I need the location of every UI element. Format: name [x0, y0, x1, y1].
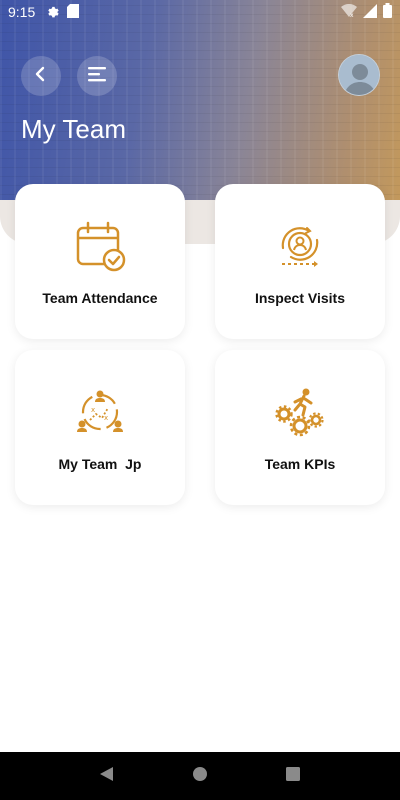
back-button[interactable]	[21, 56, 61, 96]
back-triangle-icon[interactable]	[98, 765, 116, 788]
tile-team-attendance[interactable]: Team Attendance	[15, 184, 185, 339]
recents-square-icon[interactable]	[284, 765, 302, 788]
menu-icon	[87, 66, 107, 87]
home-circle-icon[interactable]	[191, 765, 209, 788]
wifi-icon: x	[341, 3, 357, 21]
avatar-icon	[339, 55, 379, 95]
settings-icon	[45, 4, 59, 21]
gears-runner-icon	[274, 386, 326, 438]
menu-button[interactable]	[77, 56, 117, 96]
tile-label: Inspect Visits	[254, 290, 345, 306]
profile-avatar[interactable]	[338, 54, 380, 96]
chevron-left-icon	[34, 66, 48, 87]
tile-inspect-visits[interactable]: Inspect Visits	[215, 184, 385, 339]
sd-card-icon	[67, 3, 80, 21]
calendar-check-icon	[74, 220, 126, 272]
tile-label: My Team Jp	[58, 456, 142, 472]
tile-my-team-jp[interactable]: x x My Team Jp	[15, 350, 185, 505]
team-plan-icon: x x	[74, 386, 126, 438]
tile-team-kpis[interactable]: Team KPIs	[215, 350, 385, 505]
status-time: 9:15	[8, 4, 36, 20]
svg-text:x: x	[350, 12, 354, 18]
svg-text:x: x	[104, 414, 108, 422]
tile-label: Team Attendance	[42, 290, 158, 306]
user-cycle-icon	[274, 220, 326, 272]
status-bar: 9:15 x	[0, 0, 400, 24]
signal-icon	[363, 3, 377, 21]
page-title: My Team	[21, 114, 126, 144]
svg-text:x: x	[91, 406, 95, 414]
battery-icon	[383, 3, 392, 21]
system-nav-bar	[0, 752, 400, 800]
tile-label: Team KPIs	[264, 456, 336, 472]
